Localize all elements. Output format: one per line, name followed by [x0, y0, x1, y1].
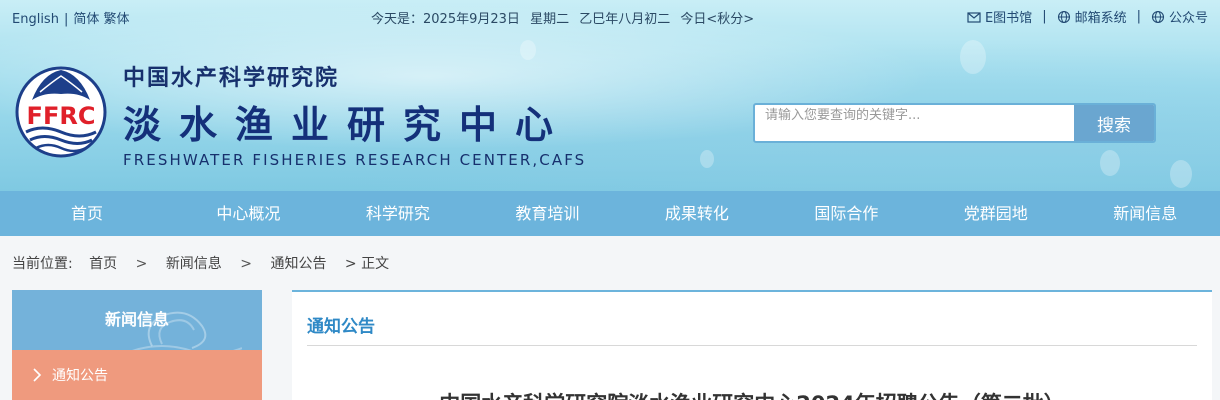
nav-item-achievements[interactable]: 成果转化 — [622, 191, 771, 236]
breadcrumb-separator: > — [344, 256, 357, 272]
separator: | — [1042, 9, 1047, 24]
ffrc-logo[interactable]: FFRC — [12, 62, 110, 158]
decor-bubble — [700, 150, 714, 168]
wechat-account-label: 公众号 — [1168, 11, 1208, 26]
breadcrumb-separator: > — [135, 256, 148, 272]
logo-text: FFRC — [27, 102, 96, 130]
breadcrumb-separator: > — [240, 256, 252, 272]
mail-system-link[interactable]: 邮箱系统 — [1057, 7, 1127, 26]
sidebar: 新闻信息 通知公告 — [12, 290, 262, 400]
decor-bubble — [520, 40, 536, 60]
breadcrumb: 当前位置: 首页 > 新闻信息 > 通知公告 > 正文 — [12, 253, 389, 273]
org-name: 中国水产科学研究院 — [123, 65, 340, 91]
breadcrumb-home[interactable]: 首页 — [89, 256, 117, 272]
globe-icon — [1057, 10, 1070, 23]
nav-item-about[interactable]: 中心概况 — [174, 191, 323, 236]
header-banner: English | 简体 繁体 今天是：2025年9月23日 星期二 乙巳年八月初二… — [0, 0, 1220, 191]
language-switcher: English | 简体 繁体 — [12, 8, 130, 27]
decor-bubble — [1100, 150, 1120, 176]
separator: | — [63, 12, 69, 27]
content-panel: 通知公告 中国水产科学研究院淡水渔业研究中心2024年招聘公告（第二批） — [292, 290, 1212, 400]
top-bar: English | 简体 繁体 今天是：2025年9月23日 星期二 乙巳年八月初二… — [0, 0, 1220, 32]
solar-term-text: 今日<秋分> — [680, 12, 755, 27]
main-nav: 首页 中心概况 科学研究 教育培训 成果转化 国际合作 党群园地 新闻信息 — [0, 191, 1220, 236]
sidebar-item-notices[interactable]: 通知公告 — [12, 350, 262, 400]
divider — [307, 345, 1197, 346]
date-text: 2025年9月23日 — [423, 12, 520, 27]
nav-item-international[interactable]: 国际合作 — [772, 191, 921, 236]
wechat-account-link[interactable]: 公众号 — [1151, 7, 1208, 26]
mail-icon — [967, 11, 981, 23]
e-library-link[interactable]: E图书馆 — [967, 7, 1032, 26]
sidebar-item-label: 通知公告 — [52, 368, 108, 384]
nav-item-party[interactable]: 党群园地 — [921, 191, 1070, 236]
breadcrumb-current: 正文 — [361, 256, 390, 272]
lang-english-link[interactable]: English — [12, 12, 59, 27]
e-library-label: E图书馆 — [984, 11, 1033, 26]
decor-bubble — [960, 40, 986, 74]
breadcrumb-label: 当前位置: — [12, 256, 73, 272]
search-input[interactable] — [755, 105, 1074, 125]
nav-item-education[interactable]: 教育培训 — [473, 191, 622, 236]
lunar-date-text: 乙巳年八月初二 — [579, 12, 671, 27]
lang-simplified-link[interactable]: 简体 — [73, 12, 99, 27]
nav-item-news[interactable]: 新闻信息 — [1071, 191, 1220, 236]
chevron-right-icon — [33, 368, 42, 382]
nav-item-research[interactable]: 科学研究 — [323, 191, 472, 236]
site-title: 中国水产科学研究院 淡水渔业研究中心 FRESHWATER FISHERIES … — [123, 60, 586, 169]
article-title: 中国水产科学研究院淡水渔业研究中心2024年招聘公告（第二批） — [292, 388, 1212, 400]
decor-bubble — [1170, 160, 1192, 188]
breadcrumb-notices[interactable]: 通知公告 — [270, 256, 326, 272]
lang-traditional-link[interactable]: 繁体 — [104, 12, 130, 27]
date-prefix: 今天是： — [371, 12, 424, 27]
breadcrumb-news[interactable]: 新闻信息 — [166, 256, 222, 272]
section-title: 通知公告 — [307, 317, 375, 337]
date-display: 今天是：2025年9月23日 星期二 乙巳年八月初二 今日<秋分> — [371, 8, 760, 27]
separator: | — [1136, 9, 1141, 24]
top-links: E图书馆 | 邮箱系统 | 公众号 — [967, 7, 1208, 26]
sidebar-heading-label: 新闻信息 — [104, 310, 169, 329]
nav-item-home[interactable]: 首页 — [12, 191, 174, 236]
center-name: 淡水渔业研究中心 — [123, 102, 572, 147]
weekday-text: 星期二 — [530, 12, 570, 27]
search-box: 搜索 — [753, 103, 1156, 143]
mail-system-label: 邮箱系统 — [1074, 11, 1127, 26]
english-name: FRESHWATER FISHERIES RESEARCH CENTER,CAF… — [123, 151, 587, 169]
globe-icon — [1151, 10, 1165, 23]
sidebar-heading: 新闻信息 — [12, 290, 262, 350]
search-button[interactable]: 搜索 — [1074, 105, 1154, 141]
